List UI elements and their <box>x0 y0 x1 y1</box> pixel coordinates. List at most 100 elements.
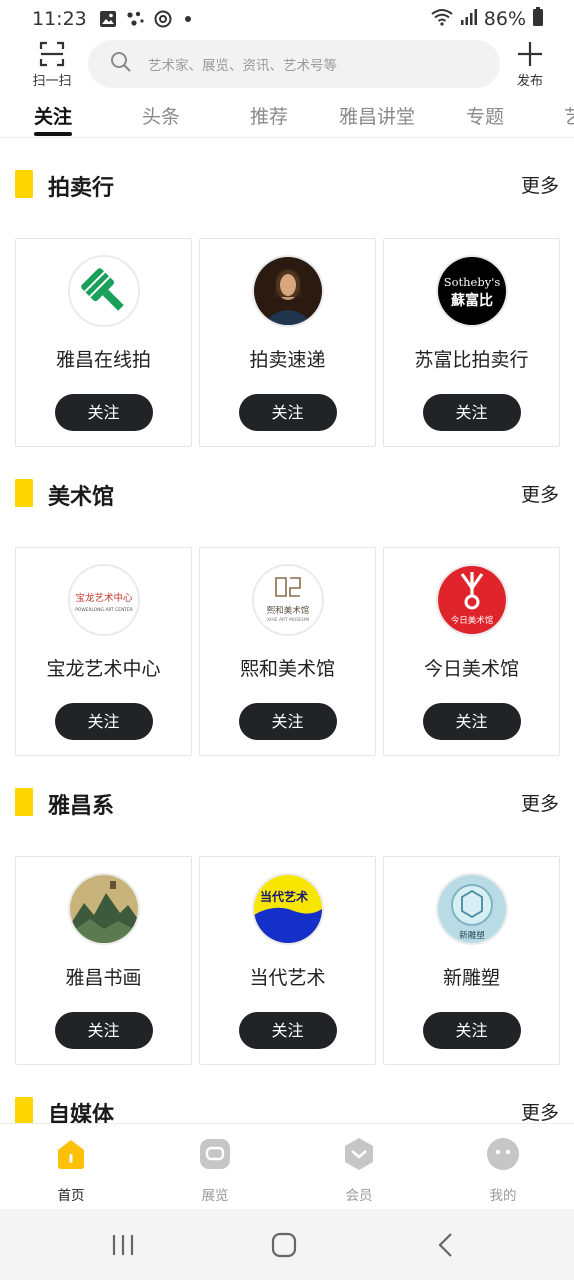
follow-button[interactable]: 关注 <box>422 394 521 431</box>
battery-icon <box>532 6 544 32</box>
tab-headlines[interactable]: 头条 <box>142 102 180 129</box>
svg-text:新雕塑: 新雕塑 <box>459 930 485 941</box>
active-tab-indicator <box>34 132 72 136</box>
section-self-media: 自媒体 更多 <box>0 1066 574 1123</box>
account-name: 苏富比拍卖行 <box>414 349 529 371</box>
xihe-logo-icon: 熙和美术馆 XIHE ART MUSEUM <box>251 564 324 636</box>
follow-button[interactable]: 关注 <box>54 394 153 431</box>
category-tabs: 关注 头条 推荐 雅昌讲堂 专题 艺 <box>0 98 574 138</box>
follow-button[interactable]: 关注 <box>422 703 521 740</box>
follow-button[interactable]: 关注 <box>54 703 153 740</box>
account-card[interactable]: 雅昌在线拍 关注 <box>15 238 192 447</box>
account-name: 雅昌在线拍 <box>55 349 151 371</box>
account-name: 今日美术馆 <box>423 658 519 680</box>
nav-label: 首页 <box>57 1188 85 1204</box>
follow-button[interactable]: 关注 <box>238 703 337 740</box>
tab-follow[interactable]: 关注 <box>34 102 72 129</box>
home-button-icon[interactable] <box>269 1231 299 1259</box>
account-card[interactable]: Sotheby's 蘇富比 苏富比拍卖行 关注 <box>383 238 560 447</box>
section-art-museums: 美术馆 更多 宝龙艺术中心 POWERLONG ART CENTER 宝龙艺术中… <box>0 448 574 757</box>
scan-icon <box>24 40 80 68</box>
account-card[interactable]: 拍卖速递 关注 <box>199 238 376 447</box>
search-input[interactable]: 艺术家、展览、资讯、艺术号等 <box>88 40 500 88</box>
section-accent-bar <box>15 1097 33 1123</box>
section-accent-bar <box>15 170 33 198</box>
svg-text:XIHE ART MUSEUM: XIHE ART MUSEUM <box>266 617 308 623</box>
account-card[interactable]: 当代艺术 当代艺术 关注 <box>199 856 376 1065</box>
today-art-logo-icon: 今日美术馆 <box>435 564 508 636</box>
status-bar: 11:23 86% <box>0 0 574 38</box>
follow-feed[interactable]: 拍卖行 更多 雅昌在线拍 关注 拍卖速递 关注 Sotheby's 蘇富比 苏富… <box>0 139 574 1123</box>
system-navigation-bar <box>0 1209 574 1280</box>
svg-text:蘇富比: 蘇富比 <box>450 292 493 309</box>
more-link[interactable]: 更多 <box>521 480 559 507</box>
account-name: 新雕塑 <box>442 967 500 989</box>
battery-text: 86% <box>483 8 526 30</box>
nav-profile[interactable]: 我的 <box>463 1136 543 1204</box>
gavel-logo-icon <box>67 255 140 327</box>
nav-label: 展览 <box>201 1188 229 1204</box>
portrait-painting-icon <box>251 255 324 327</box>
svg-text:当代艺术: 当代艺术 <box>259 889 307 904</box>
section-title: 美术馆 <box>48 485 115 510</box>
account-card[interactable]: 宝龙艺术中心 POWERLONG ART CENTER 宝龙艺术中心 关注 <box>15 547 192 756</box>
account-card[interactable]: 新雕塑 新雕塑 关注 <box>383 856 560 1065</box>
section-title: 自媒体 <box>48 1103 115 1123</box>
account-card[interactable]: 熙和美术馆 XIHE ART MUSEUM 熙和美术馆 关注 <box>199 547 376 756</box>
tab-artron-lecture[interactable]: 雅昌讲堂 <box>339 102 415 129</box>
home-icon <box>53 1136 89 1172</box>
powerlong-logo-icon: 宝龙艺术中心 POWERLONG ART CENTER <box>67 564 140 636</box>
exhibition-icon <box>197 1136 233 1172</box>
sothebys-logo-icon: Sotheby's 蘇富比 <box>435 255 508 327</box>
nav-exhibition[interactable]: 展览 <box>175 1136 255 1204</box>
nav-member[interactable]: 会员 <box>319 1136 399 1204</box>
account-card[interactable]: 今日美术馆 今日美术馆 关注 <box>383 547 560 756</box>
svg-text:熙和美术馆: 熙和美术馆 <box>266 605 309 616</box>
more-link[interactable]: 更多 <box>521 1098 559 1123</box>
landscape-painting-icon <box>67 873 140 945</box>
account-name: 熙和美术馆 <box>239 658 335 680</box>
account-name: 当代艺术 <box>249 967 326 989</box>
section-auction-houses: 拍卖行 更多 雅昌在线拍 关注 拍卖速递 关注 Sotheby's 蘇富比 苏富… <box>0 139 574 448</box>
account-card[interactable]: 雅昌书画 关注 <box>15 856 192 1065</box>
status-time: 11:23 <box>32 8 87 30</box>
nav-label: 会员 <box>345 1188 373 1204</box>
section-title: 雅昌系 <box>48 794 115 819</box>
tab-recommend[interactable]: 推荐 <box>250 102 288 129</box>
publish-button[interactable]: 发布 <box>506 40 554 92</box>
scan-button[interactable]: 扫一扫 <box>24 40 80 92</box>
scan-label: 扫一扫 <box>32 74 72 89</box>
dots-icon <box>125 10 145 28</box>
recent-apps-icon[interactable] <box>109 1231 139 1259</box>
tab-topics[interactable]: 专题 <box>466 102 504 129</box>
section-artron-family: 雅昌系 更多 雅昌书画 关注 当代艺术 当代艺术 关注 新雕塑 新雕塑 关注 <box>0 757 574 1066</box>
follow-button[interactable]: 关注 <box>238 394 337 431</box>
signal-icon <box>460 8 478 31</box>
svg-text:今日美术馆: 今日美术馆 <box>450 615 493 626</box>
follow-button[interactable]: 关注 <box>238 1012 337 1049</box>
section-accent-bar <box>15 788 33 816</box>
contemporary-art-logo-icon: 当代艺术 <box>251 873 324 945</box>
sculpture-logo-icon: 新雕塑 <box>435 873 508 945</box>
search-icon <box>110 51 132 77</box>
bottom-navigation: 首页 展览 会员 我的 <box>0 1123 574 1209</box>
member-icon <box>341 1136 377 1172</box>
svg-text:宝龙艺术中心: 宝龙艺术中心 <box>75 592 133 604</box>
publish-label: 发布 <box>516 74 543 89</box>
plus-icon <box>506 40 554 68</box>
more-link[interactable]: 更多 <box>521 171 559 198</box>
follow-button[interactable]: 关注 <box>54 1012 153 1049</box>
sync-icon <box>153 9 173 29</box>
account-name: 宝龙艺术中心 <box>46 658 161 680</box>
follow-button[interactable]: 关注 <box>422 1012 521 1049</box>
more-link[interactable]: 更多 <box>521 789 559 816</box>
svg-text:Sotheby's: Sotheby's <box>443 275 500 289</box>
top-header: 扫一扫 艺术家、展览、资讯、艺术号等 发布 <box>0 38 574 94</box>
nav-home[interactable]: 首页 <box>31 1136 111 1204</box>
wifi-icon <box>430 8 454 31</box>
profile-icon <box>485 1136 521 1172</box>
search-placeholder: 艺术家、展览、资讯、艺术号等 <box>148 58 337 74</box>
section-title: 拍卖行 <box>48 176 115 201</box>
back-icon[interactable] <box>431 1231 461 1259</box>
tab-art[interactable]: 艺 <box>564 102 574 129</box>
